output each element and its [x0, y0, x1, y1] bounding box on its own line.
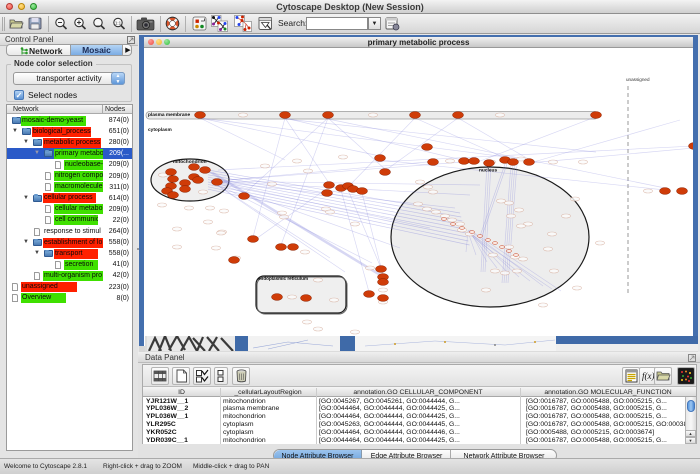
svg-text:unassigned: unassigned	[626, 77, 650, 82]
svg-text:endoplasmic reticulum: endoplasmic reticulum	[258, 276, 308, 281]
svg-text:plasma membrane: plasma membrane	[148, 112, 190, 118]
svg-text:1:1: 1:1	[115, 21, 122, 26]
svg-text:nucleus: nucleus	[479, 168, 497, 174]
svg-text:cytoplasm: cytoplasm	[148, 127, 172, 133]
svg-text:mitochondrion: mitochondrion	[173, 159, 207, 165]
